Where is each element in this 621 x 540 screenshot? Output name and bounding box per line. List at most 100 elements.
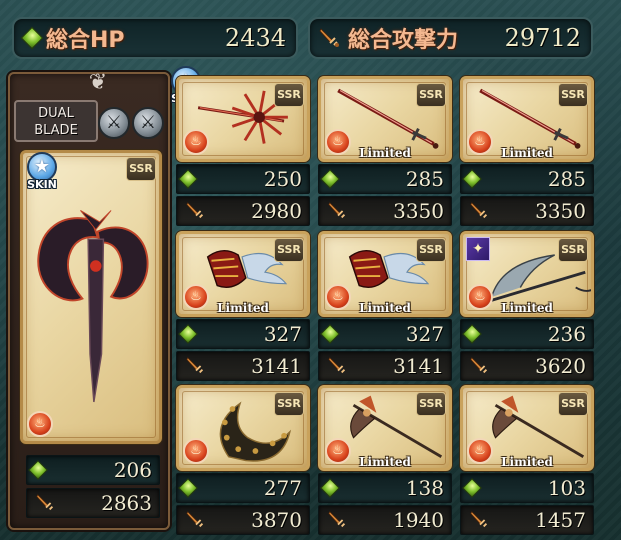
- hp-gem-icon: [320, 169, 340, 189]
- weapon-atk-value: 3141: [393, 354, 444, 378]
- weapon-hp-row: 236: [460, 319, 594, 349]
- hp-gem-icon: [20, 26, 44, 50]
- weapon-atk-value: 2980: [251, 199, 302, 223]
- fire-element-icon: ♨: [325, 284, 351, 310]
- weapon-card[interactable]: SSR ♨ Limited: [176, 231, 310, 317]
- weapon-card[interactable]: SSR ♨ Limited: [460, 385, 594, 471]
- weapon-hp-value: 250: [263, 167, 302, 191]
- weapon-hp-value: 327: [263, 322, 302, 346]
- fire-element-icon: ♨: [467, 438, 493, 464]
- weapon-hp-row: 277: [176, 473, 310, 503]
- fire-element-icon: ♨: [325, 129, 351, 155]
- hp-gem-icon: [462, 478, 482, 498]
- weapon-hp-value: 327: [405, 322, 444, 346]
- main-hp-value: 206: [113, 458, 152, 482]
- weapon-atk-value: 3350: [393, 199, 444, 223]
- limited-label: Limited: [501, 301, 553, 315]
- weapon-hp-value: 138: [405, 476, 444, 500]
- sword-icon: [186, 511, 204, 528]
- sword-icon: [328, 511, 346, 528]
- hp-gem-icon: [320, 324, 340, 344]
- weapon-card[interactable]: SSR ♨: [176, 76, 310, 162]
- sword-specialty-icon: ⚔: [98, 107, 130, 139]
- weapon-atk-row: 3141: [176, 351, 310, 381]
- weapon-atk-row: 3141: [318, 351, 452, 381]
- weapon-atk-value: 3620: [535, 354, 586, 378]
- fire-element-icon: ♨: [183, 129, 209, 155]
- weapon-hp-row: 285: [460, 164, 594, 194]
- limited-label: Limited: [501, 146, 553, 160]
- weapon-hp-row: 103: [460, 473, 594, 503]
- rarity-badge: SSR: [558, 83, 588, 107]
- sword-icon: [36, 494, 54, 511]
- weapon-atk-value: 3870: [251, 508, 302, 532]
- weapon-atk-value: 3141: [251, 354, 302, 378]
- main-hp-row: 206: [26, 455, 160, 485]
- weapon-atk-row: 3350: [318, 196, 452, 226]
- dual-axe-art: [37, 210, 149, 403]
- crest-ornament-icon: ❦: [88, 70, 108, 95]
- hp-gem-icon: [178, 169, 198, 189]
- hp-gem-icon: [320, 478, 340, 498]
- sword-icon: [186, 357, 204, 374]
- weapon-atk-value: 3350: [535, 199, 586, 223]
- weapon-hp-row: 327: [318, 319, 452, 349]
- rarity-badge: SSR: [274, 392, 304, 416]
- weapon-card[interactable]: SSR ♨ Limited: [318, 385, 452, 471]
- weapon-hp-row: 250: [176, 164, 310, 194]
- total-hp-value: 2434: [224, 24, 286, 52]
- weapon-hp-value: 285: [547, 167, 586, 191]
- weapon-card[interactable]: SSR ♨ Limited: [318, 231, 452, 317]
- main-weapon-card[interactable]: SSR ♨: [20, 150, 162, 444]
- fire-element-icon: ♨: [183, 438, 209, 464]
- sword-icon: [470, 202, 488, 219]
- sword-icon: [470, 357, 488, 374]
- weapon-hp-row: 285: [318, 164, 452, 194]
- total-hp-panel: 総合HP 2434: [12, 17, 298, 59]
- weapon-card[interactable]: SSR ♨ Limited ✦: [460, 231, 594, 317]
- fire-element-icon: ♨: [183, 284, 209, 310]
- total-hp-label: 総合HP: [46, 28, 125, 53]
- sword-icon: [328, 202, 346, 219]
- weapon-atk-row: 1457: [460, 505, 594, 535]
- weapon-hp-value: 236: [547, 322, 586, 346]
- sword-icon: [328, 357, 346, 374]
- rarity-badge: SSR: [274, 238, 304, 262]
- specialty-label: DUAL BLADE: [14, 100, 98, 142]
- fire-element-icon: ♨: [27, 411, 53, 437]
- limited-label: Limited: [217, 301, 269, 315]
- summon-star-icon: ✦: [466, 237, 490, 261]
- fire-element-icon: ♨: [467, 129, 493, 155]
- weapon-hp-row: 327: [176, 319, 310, 349]
- weapon-atk-value: 1940: [393, 508, 444, 532]
- limited-label: Limited: [359, 455, 411, 469]
- weapon-card[interactable]: SSR ♨: [176, 385, 310, 471]
- rarity-badge: SSR: [558, 392, 588, 416]
- fire-element-icon: ♨: [467, 284, 493, 310]
- limited-label: Limited: [359, 146, 411, 160]
- limited-label: Limited: [501, 455, 553, 469]
- weapon-card[interactable]: SSR ♨ Limited: [318, 76, 452, 162]
- weapon-hp-row: 138: [318, 473, 452, 503]
- weapon-atk-row: 2980: [176, 196, 310, 226]
- rarity-badge: SSR: [126, 157, 156, 181]
- weapon-atk-value: 1457: [535, 508, 586, 532]
- rarity-badge: SSR: [558, 238, 588, 262]
- total-atk-label: 総合攻撃力: [348, 28, 459, 53]
- weapon-card[interactable]: SSR ♨ Limited: [460, 76, 594, 162]
- weapon-hp-value: 277: [263, 476, 302, 500]
- rarity-badge: SSR: [274, 83, 304, 107]
- rarity-badge: SSR: [416, 238, 446, 262]
- weapon-atk-row: 3870: [176, 505, 310, 535]
- total-atk-value: 29712: [504, 24, 581, 52]
- sword-icon: [470, 511, 488, 528]
- main-atk-value: 2863: [101, 491, 152, 515]
- weapon-atk-row: 3350: [460, 196, 594, 226]
- weapon-hp-value: 103: [547, 476, 586, 500]
- fire-element-icon: ♨: [325, 438, 351, 464]
- hp-gem-icon: [462, 324, 482, 344]
- sword-icon: [186, 202, 204, 219]
- total-atk-panel: 総合攻撃力 29712: [308, 17, 593, 59]
- weapon-atk-row: 1940: [318, 505, 452, 535]
- weapon-hp-value: 285: [405, 167, 444, 191]
